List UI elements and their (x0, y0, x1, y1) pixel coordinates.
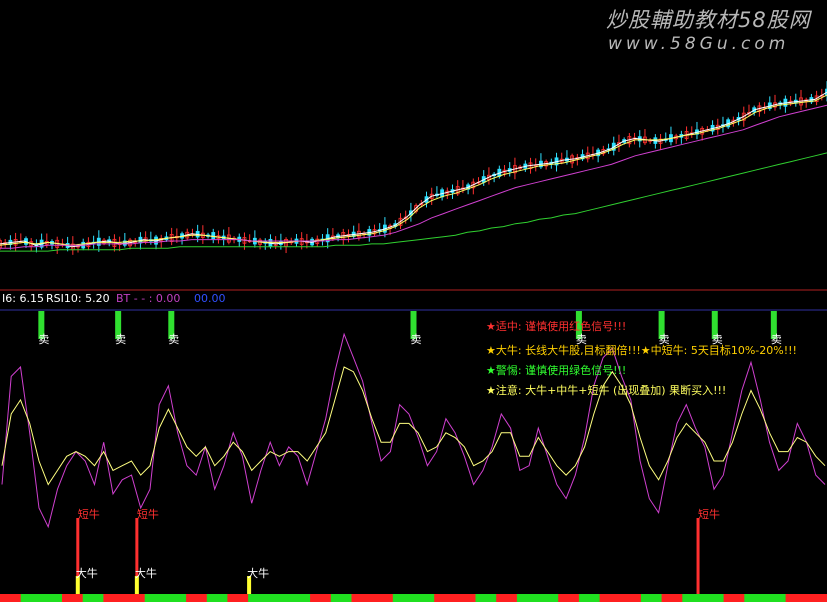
big-bull-label: 大牛 (247, 566, 269, 580)
legend-item: ★警惕: 谨慎使用绿色信号!!! (486, 364, 627, 377)
signal-strip-segment (392, 594, 414, 602)
indicator-readout-item: 00.00 (194, 292, 226, 305)
signal-strip-segment (351, 594, 373, 602)
signal-strip-segment (620, 594, 642, 602)
signal-strip-segment (165, 594, 187, 602)
indicator-readout-item: RSI10: 5.20 (46, 292, 110, 305)
signal-strip-segment (723, 594, 745, 602)
indicator-readout-item: I6: 6.15 (2, 292, 44, 305)
signal-strip-segment (744, 594, 766, 602)
signal-strip-segment (186, 594, 208, 602)
signal-strip-segment (434, 594, 456, 602)
indicator-readout-item: BT - - : 0.00 (116, 292, 181, 305)
signal-strip-segment (640, 594, 663, 602)
legend-item: ★注意: 大牛+中牛+短牛 (出现叠加) 果断买入!!! (486, 384, 727, 397)
signal-strip-segment (330, 594, 352, 602)
short-bull-label: 短牛 (78, 507, 100, 521)
sell-signal-label: 卖 (38, 333, 49, 346)
short-bull-label: 短牛 (137, 507, 159, 521)
signal-strip-segment (516, 594, 539, 602)
signal-strip-segment (124, 594, 146, 602)
signal-strip-segment (661, 594, 683, 602)
signal-strip-segment (454, 594, 477, 602)
signal-strip-segment (413, 594, 435, 602)
signal-strip-segment (578, 594, 601, 602)
signal-strip-segment (248, 594, 270, 602)
signal-strip-segment (20, 594, 42, 602)
signal-strip-segment (537, 594, 559, 602)
signal-strip-segment (806, 594, 827, 602)
big-bull-label: 大牛 (135, 566, 157, 580)
signal-strip (0, 594, 827, 602)
signal-strip-segment (496, 594, 518, 602)
signal-strip-segment (62, 594, 84, 602)
signal-strip-segment (765, 594, 787, 602)
big-bull-label: 大牛 (76, 566, 98, 580)
signal-strip-segment (227, 594, 249, 602)
legend-item: ★大牛: 长线大牛股,目标翻倍!!!★中短牛: 5天目标10%-20%!!! (486, 344, 797, 357)
signal-strip-segment (558, 594, 580, 602)
short-bull-bar (696, 518, 700, 602)
sell-signal-label: 卖 (168, 333, 179, 346)
sell-signal-label: 卖 (411, 333, 422, 346)
signal-strip-segment (372, 594, 394, 602)
watermark-url: www.58Gu.com (608, 34, 790, 54)
short-bull-label: 短牛 (698, 507, 720, 521)
signal-strip-segment (103, 594, 125, 602)
signal-strip-segment (475, 594, 497, 602)
signal-strip-segment (599, 594, 621, 602)
signal-strip-segment (41, 594, 63, 602)
legend-item: ★适中: 谨慎使用红色信号!!! (486, 320, 627, 333)
signal-strip-segment (703, 594, 725, 602)
signal-strip-segment (82, 594, 104, 602)
signal-strip-segment (310, 594, 332, 602)
signal-strip-segment (268, 594, 290, 602)
signal-strip-segment (206, 594, 228, 602)
sell-signal-label: 卖 (115, 333, 126, 346)
signal-strip-segment (682, 594, 704, 602)
signal-strip-segment (785, 594, 807, 602)
signal-strip-segment (289, 594, 311, 602)
watermark-title: 炒股輔助教材58股网 (606, 8, 811, 32)
signal-strip-segment (144, 594, 166, 602)
signal-strip-segment (0, 594, 22, 602)
